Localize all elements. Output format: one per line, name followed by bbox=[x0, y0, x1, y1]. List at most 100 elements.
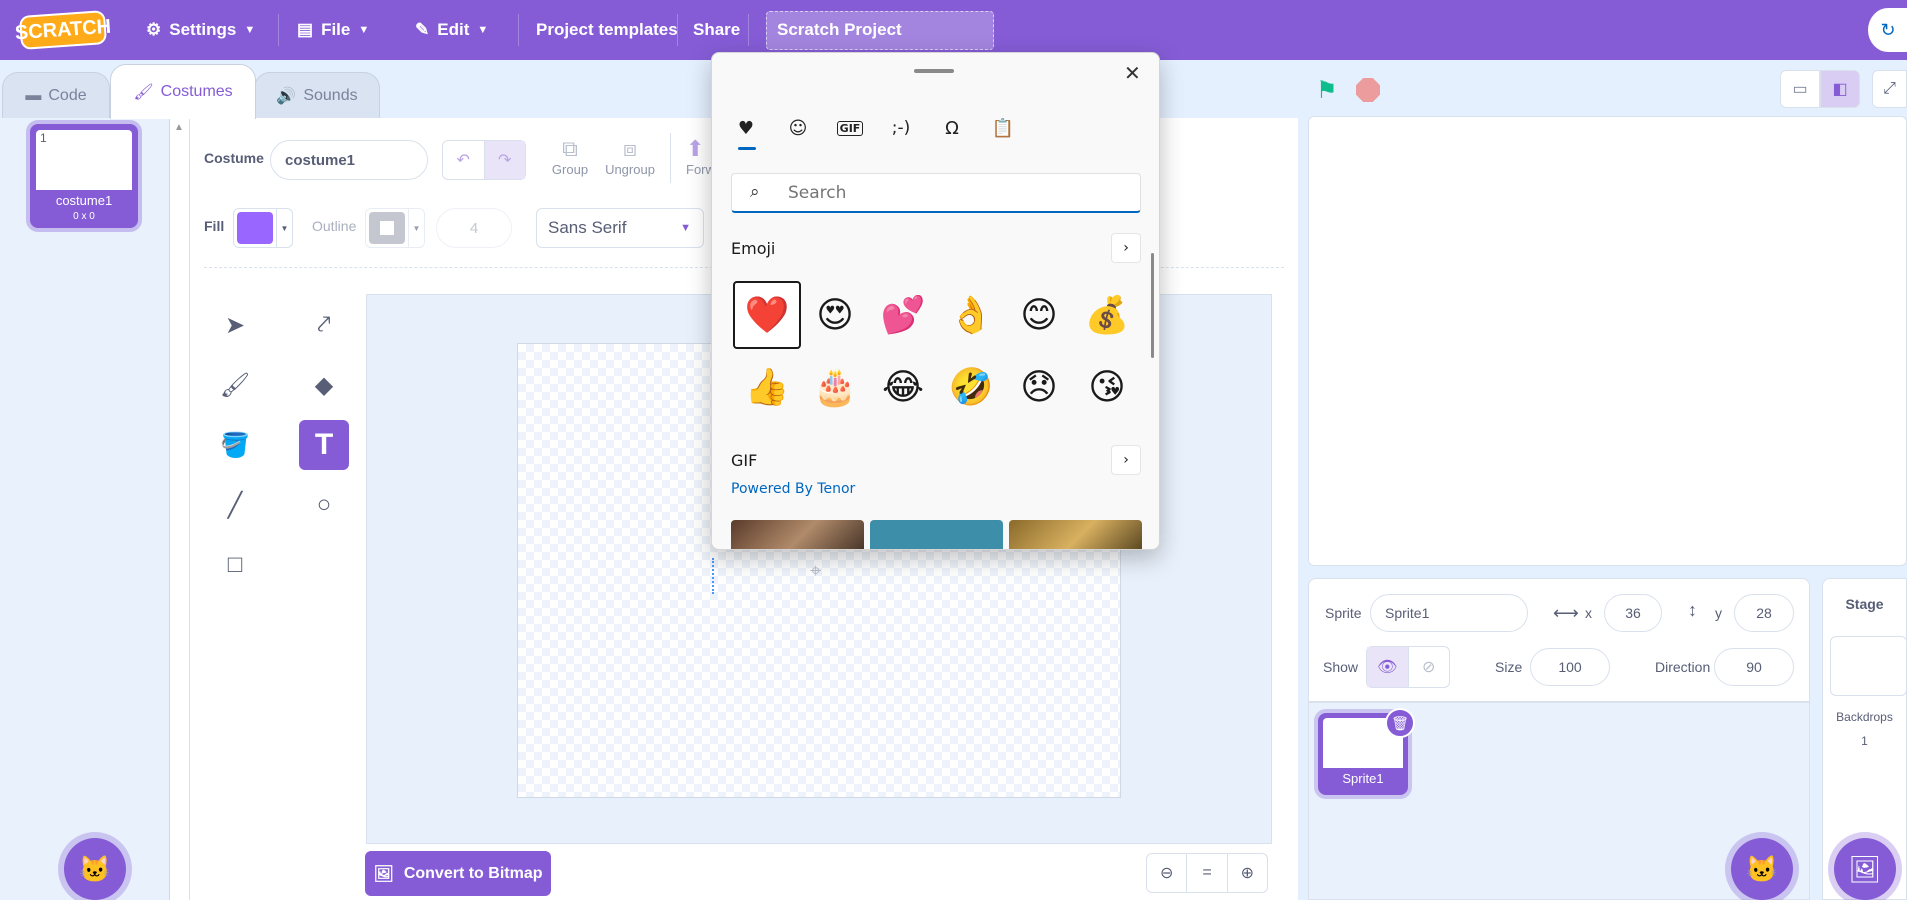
show-button[interactable]: 👁 bbox=[1367, 647, 1409, 687]
gif-thumbnail[interactable] bbox=[870, 520, 1003, 549]
tab-recent[interactable]: ♥ bbox=[729, 111, 763, 145]
select-tool[interactable]: ➤ bbox=[210, 300, 260, 350]
trash-icon: 🗑 bbox=[1391, 714, 1409, 731]
size-input[interactable]: 100 bbox=[1530, 648, 1610, 686]
stage-canvas[interactable] bbox=[1308, 116, 1907, 566]
x-input[interactable]: 36 bbox=[1604, 594, 1662, 632]
settings-menu[interactable]: ⚙ Settings ▼ bbox=[146, 0, 255, 60]
project-title-input[interactable]: Scratch Project bbox=[766, 11, 994, 50]
stage-thumbnail[interactable] bbox=[1830, 636, 1907, 696]
undo-button[interactable]: ↶ bbox=[443, 141, 485, 179]
stop-button[interactable] bbox=[1356, 78, 1380, 102]
emoji-item[interactable]: 😍 bbox=[801, 281, 869, 349]
emoji-item[interactable]: 🎂 bbox=[801, 353, 869, 421]
tab-sounds[interactable]: 🔊 Sounds bbox=[254, 72, 380, 118]
delete-sprite-button[interactable]: 🗑 bbox=[1385, 708, 1415, 738]
costume-number: 1 bbox=[40, 131, 47, 145]
scratch-logo[interactable]: SCRATCH bbox=[14, 10, 112, 50]
costume-name-input[interactable]: costume1 bbox=[270, 140, 428, 180]
eye-slash-icon: ⊘ bbox=[1422, 659, 1436, 676]
sprite-name-input[interactable]: Sprite1 bbox=[1370, 594, 1528, 632]
tab-costumes-label: Costumes bbox=[160, 83, 233, 100]
emoji-item[interactable]: ❤️ bbox=[733, 281, 801, 349]
rectangle-tool[interactable]: □ bbox=[210, 540, 260, 590]
direction-input[interactable]: 90 bbox=[1714, 648, 1794, 686]
circle-icon: ○ bbox=[316, 491, 332, 518]
y-label: y bbox=[1715, 605, 1722, 621]
tab-emoji[interactable]: ☺ bbox=[781, 111, 815, 145]
outline-color-picker[interactable]: ▼ bbox=[365, 208, 425, 248]
hide-button[interactable]: ⊘ bbox=[1409, 647, 1450, 687]
choose-backdrop-button[interactable]: 🖼 bbox=[1834, 838, 1896, 900]
tab-gif[interactable]: GIF bbox=[833, 111, 867, 145]
drag-handle[interactable] bbox=[914, 69, 954, 73]
zoom-reset-button[interactable]: = bbox=[1186, 854, 1228, 892]
emoji-item[interactable]: 😂 bbox=[869, 353, 937, 421]
emoji-item[interactable]: 👌 bbox=[937, 281, 1005, 349]
small-stage-button[interactable]: ▭ bbox=[1780, 70, 1820, 108]
emoji-item[interactable]: 💕 bbox=[869, 281, 937, 349]
reshape-tool[interactable]: ⤤ bbox=[299, 300, 349, 350]
group-label: Group bbox=[551, 162, 589, 177]
emoji-item[interactable]: 😊 bbox=[1005, 281, 1073, 349]
edit-menu[interactable]: ✎ Edit ▼ bbox=[415, 0, 488, 60]
emoji-item[interactable]: 😘 bbox=[1073, 353, 1141, 421]
ungroup-button[interactable]: ⧈ Ungroup bbox=[604, 136, 656, 177]
smiley-icon: ☺ bbox=[788, 117, 808, 139]
chevron-down-icon: ▼ bbox=[408, 209, 424, 247]
picker-scrollbar[interactable] bbox=[1151, 253, 1154, 358]
gif-thumbnail[interactable] bbox=[731, 520, 864, 549]
emoji-item[interactable]: 👍 bbox=[733, 353, 801, 421]
choose-sprite-button[interactable]: 🐱 bbox=[1731, 838, 1793, 900]
close-button[interactable]: ✕ bbox=[1124, 61, 1141, 85]
choose-costume-button[interactable]: 🐱 bbox=[64, 838, 126, 900]
font-select[interactable]: Sans Serif ▼ bbox=[536, 208, 704, 248]
fullscreen-button[interactable]: ⤢ bbox=[1872, 70, 1907, 108]
text-tool[interactable]: T bbox=[299, 420, 349, 470]
convert-label: Convert to Bitmap bbox=[403, 864, 543, 882]
tab-costumes[interactable]: 🖌 Costumes bbox=[110, 64, 256, 119]
costume-list-scrollbar[interactable]: ▲ bbox=[170, 118, 190, 900]
circle-tool[interactable]: ○ bbox=[299, 480, 349, 530]
menu-bar: SCRATCH ⚙ Settings ▼ ▤ File ▼ ✎ Edit ▼ P… bbox=[0, 0, 1907, 60]
fill-color-picker[interactable]: ▼ bbox=[233, 208, 293, 248]
text-icon: T bbox=[314, 428, 334, 461]
tab-kaomoji[interactable]: ;-) bbox=[884, 111, 918, 145]
zoom-in-button[interactable]: ⊕ bbox=[1228, 854, 1267, 892]
redo-button[interactable]: ↷ bbox=[484, 141, 525, 179]
fill-tool[interactable]: 🪣 bbox=[210, 420, 260, 470]
brush-tool[interactable]: 🖌 bbox=[210, 360, 260, 410]
group-button[interactable]: ⧉ Group bbox=[550, 136, 590, 177]
outline-width-input[interactable]: 4 bbox=[436, 208, 512, 248]
line-tool[interactable]: ╱ bbox=[210, 480, 260, 530]
y-input[interactable]: 28 bbox=[1734, 594, 1794, 632]
account-icon[interactable]: ↻ bbox=[1868, 8, 1907, 52]
visibility-toggle: 👁 ⊘ bbox=[1366, 646, 1450, 688]
show-label: Show bbox=[1323, 659, 1359, 675]
zoom-out-button[interactable]: ⊖ bbox=[1147, 854, 1186, 892]
flag-icon: ⚑ bbox=[1316, 77, 1338, 104]
gif-more-button[interactable]: › bbox=[1111, 445, 1141, 475]
symbols-icon: Ω bbox=[945, 117, 959, 139]
project-templates-link[interactable]: Project templates bbox=[536, 0, 678, 60]
search-box[interactable]: ⌕ bbox=[731, 173, 1141, 213]
convert-to-bitmap-button[interactable]: 🖼 Convert to Bitmap bbox=[365, 851, 551, 896]
search-input[interactable] bbox=[788, 180, 1128, 206]
eraser-tool[interactable]: ◆ bbox=[299, 360, 349, 410]
emoji-more-button[interactable]: › bbox=[1111, 233, 1141, 263]
file-menu[interactable]: ▤ File ▼ bbox=[297, 0, 369, 60]
tab-code[interactable]: ▬ Code bbox=[2, 72, 110, 118]
emoji-item[interactable]: 🤣 bbox=[937, 353, 1005, 421]
gif-thumbnail[interactable] bbox=[1009, 520, 1142, 549]
tenor-link[interactable]: Powered By Tenor bbox=[731, 481, 855, 497]
tab-clipboard[interactable]: 📋 bbox=[986, 111, 1020, 145]
large-stage-button[interactable]: ◧ bbox=[1820, 70, 1860, 108]
costume-thumbnail[interactable]: 1 costume1 0 x 0 bbox=[30, 124, 138, 228]
tab-symbols[interactable]: Ω bbox=[935, 111, 969, 145]
emoji-item[interactable]: 😞 bbox=[1005, 353, 1073, 421]
emoji-item[interactable]: 💰 bbox=[1073, 281, 1141, 349]
share-button[interactable]: Share bbox=[693, 0, 740, 60]
arrow-icon: ➤ bbox=[224, 311, 246, 339]
clipboard-icon: 📋 bbox=[991, 117, 1015, 139]
green-flag-button[interactable]: ⚑ bbox=[1316, 76, 1338, 105]
